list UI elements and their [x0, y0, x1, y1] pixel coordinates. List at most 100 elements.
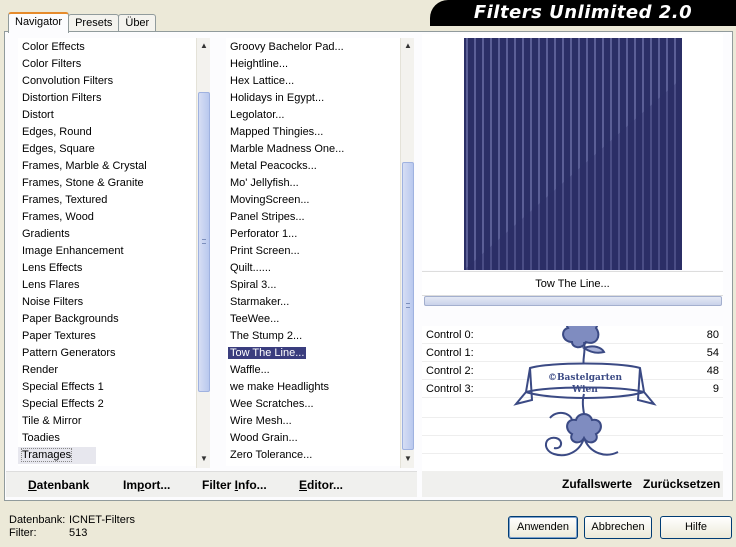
scroll-thumb[interactable]: [198, 92, 210, 392]
filter-item[interactable]: MovingScreen...: [226, 192, 400, 209]
datenbank-button[interactable]: Datenbank: [28, 478, 89, 492]
help-button[interactable]: Hilfe: [660, 516, 732, 539]
control-1-value[interactable]: 54: [707, 344, 719, 362]
category-item[interactable]: Image Enhancement: [18, 243, 196, 260]
filter-item[interactable]: TeeWee...: [226, 311, 400, 328]
title-banner: Filters Unlimited 2.0: [430, 0, 736, 26]
category-item[interactable]: Frames, Marble & Crystal: [18, 158, 196, 175]
controls-panel: Control 0: 80 Control 1: 54 Control 2: 4…: [422, 326, 723, 471]
cancel-button[interactable]: Abbrechen: [584, 516, 652, 539]
apply-button[interactable]: Anwenden: [508, 516, 578, 539]
control-3-value[interactable]: 9: [713, 380, 719, 398]
list-button-bar: Datenbank Import... Filter Info... Edito…: [6, 471, 417, 497]
category-item-label: Edges, Round: [22, 126, 92, 138]
scroll-grip-icon: [406, 303, 410, 308]
filter-item-label: Zero Tolerance...: [230, 449, 313, 461]
filter-item[interactable]: Legolator...: [226, 107, 400, 124]
svg-text:Wien: Wien: [571, 385, 598, 395]
filter-item[interactable]: Mo' Jellyfish...: [226, 175, 400, 192]
filter-item[interactable]: we make Headlights: [226, 379, 400, 396]
filter-item-label: Holidays in Egypt...: [230, 92, 325, 104]
status-info: Datenbank: ICNET-Filters Filter: 513: [9, 514, 135, 540]
filter-item[interactable]: Perforator 1...: [226, 226, 400, 243]
category-item-label: Pattern Generators: [22, 347, 116, 359]
filter-item[interactable]: Print Screen...: [226, 243, 400, 260]
category-item[interactable]: Gradients: [18, 226, 196, 243]
control-0-value[interactable]: 80: [707, 326, 719, 344]
category-item-label: Color Effects: [22, 41, 85, 53]
filter-item-label: Spiral 3...: [230, 279, 277, 291]
scroll-grip-icon: [202, 239, 206, 244]
category-item-label: Tile & Mirror: [22, 415, 82, 427]
category-item[interactable]: Lens Effects: [18, 260, 196, 277]
filter-info-button[interactable]: Filter Info...: [202, 478, 267, 492]
category-item[interactable]: Edges, Square: [18, 141, 196, 158]
filter-item[interactable]: Panel Stripes...: [226, 209, 400, 226]
category-item[interactable]: Tramages: [18, 447, 96, 464]
category-item-label: Toadies: [22, 432, 60, 444]
category-item[interactable]: Special Effects 1: [18, 379, 196, 396]
filter-item[interactable]: Heightline...: [226, 56, 400, 73]
database-label: Datenbank:: [9, 514, 66, 526]
preview-zoom-slider[interactable]: [424, 296, 722, 306]
category-item[interactable]: Distort: [18, 107, 196, 124]
scroll-thumb[interactable]: [402, 162, 414, 450]
filter-scrollbar[interactable]: ▲ ▼: [400, 38, 414, 468]
category-scrollbar[interactable]: ▲ ▼: [196, 38, 210, 468]
scroll-down-icon[interactable]: ▼: [401, 452, 415, 466]
filter-item[interactable]: Mapped Thingies...: [226, 124, 400, 141]
filter-item[interactable]: Quilt......: [226, 260, 400, 277]
category-item[interactable]: Distortion Filters: [18, 90, 196, 107]
category-item[interactable]: Special Effects 2: [18, 396, 196, 413]
category-item[interactable]: Pattern Generators: [18, 345, 196, 362]
filter-list[interactable]: Groovy Bachelor Pad... Heightline... Hex L…: [226, 38, 400, 466]
randomize-button[interactable]: Zufallswerte: [562, 477, 632, 491]
category-item[interactable]: Edges, Round: [18, 124, 196, 141]
category-item-label: Image Enhancement: [22, 245, 124, 257]
category-item[interactable]: Frames, Stone & Granite: [18, 175, 196, 192]
category-item-label: Distort: [22, 109, 54, 121]
category-item[interactable]: Tile & Mirror: [18, 413, 196, 430]
filter-item[interactable]: Metal Peacocks...: [226, 158, 400, 175]
filter-item-label: Print Screen...: [230, 245, 300, 257]
category-item[interactable]: Render: [18, 362, 196, 379]
import-button[interactable]: Import...: [123, 478, 170, 492]
preview-image: [464, 38, 682, 270]
scroll-down-icon[interactable]: ▼: [197, 452, 211, 466]
filter-item[interactable]: Holidays in Egypt...: [226, 90, 400, 107]
category-item[interactable]: Paper Backgrounds: [18, 311, 196, 328]
filter-item[interactable]: Marble Madness One...: [226, 141, 400, 158]
filter-item[interactable]: Wood Grain...: [226, 430, 400, 447]
filter-item[interactable]: Waffle...: [226, 362, 400, 379]
filter-item[interactable]: Wee Scratches...: [226, 396, 400, 413]
scroll-up-icon[interactable]: ▲: [401, 39, 415, 53]
filter-item[interactable]: Wire Mesh...: [226, 413, 400, 430]
category-item[interactable]: Lens Flares: [18, 277, 196, 294]
control-3-label: Control 3:: [426, 383, 474, 395]
category-item-label: Paper Backgrounds: [22, 313, 119, 325]
category-item[interactable]: Convolution Filters: [18, 73, 196, 90]
category-item[interactable]: Color Filters: [18, 56, 196, 73]
category-item[interactable]: Frames, Textured: [18, 192, 196, 209]
tab-navigator[interactable]: Navigator: [8, 12, 70, 33]
reset-button[interactable]: Zurücksetzen: [643, 477, 720, 491]
filter-item[interactable]: Starmaker...: [226, 294, 400, 311]
category-item[interactable]: Noise Filters: [18, 294, 196, 311]
category-item[interactable]: Color Effects: [18, 39, 196, 56]
editor-button[interactable]: Editor...: [299, 478, 343, 492]
category-item-label: Noise Filters: [22, 296, 84, 308]
filter-item[interactable]: Tow The Line...: [226, 345, 400, 362]
category-item[interactable]: Toadies: [18, 430, 196, 447]
category-item-label: Gradients: [22, 228, 70, 240]
watermark-stamp: ©Bastelgarten Wien: [513, 326, 657, 457]
category-list[interactable]: Color Effects Color Filters Convolution Fi…: [18, 38, 196, 466]
filter-item[interactable]: Hex Lattice...: [226, 73, 400, 90]
filter-item[interactable]: The Stump 2...: [226, 328, 400, 345]
category-item[interactable]: Paper Textures: [18, 328, 196, 345]
filter-item[interactable]: Spiral 3...: [226, 277, 400, 294]
category-item[interactable]: Frames, Wood: [18, 209, 196, 226]
filter-item[interactable]: Zero Tolerance...: [226, 447, 400, 464]
scroll-up-icon[interactable]: ▲: [197, 39, 211, 53]
filter-item[interactable]: Groovy Bachelor Pad...: [226, 39, 400, 56]
control-2-value[interactable]: 48: [707, 362, 719, 380]
